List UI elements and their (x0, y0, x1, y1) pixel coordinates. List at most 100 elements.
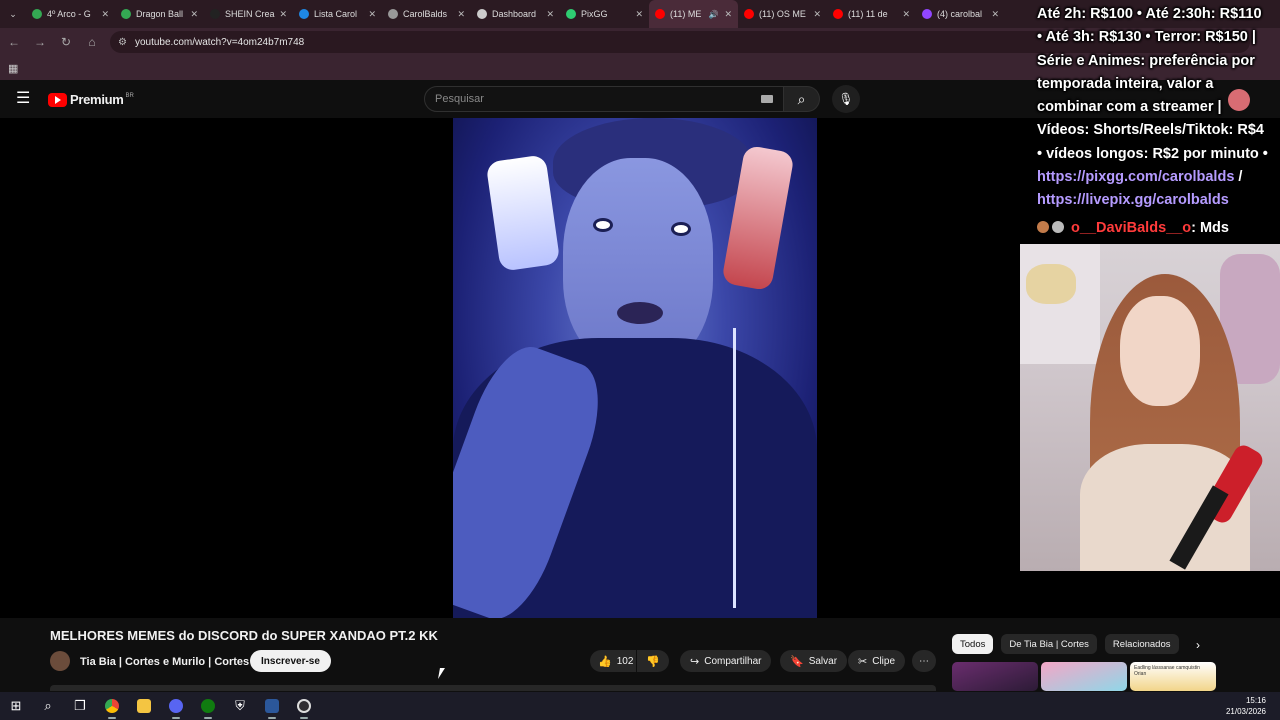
livepix-link: https://livepix.gg/carolbalds (1037, 192, 1229, 209)
overlay-text-line: Até 2h: R$100 • Até 2:30h: R$110 (1037, 6, 1262, 22)
close-tab-icon[interactable]: ✕ (368, 9, 376, 20)
clock-time: 15:16 (1245, 696, 1266, 705)
browser-tab[interactable]: (11) OS ME ✕ (738, 0, 827, 28)
close-tab-icon[interactable]: ✕ (101, 9, 109, 20)
search-icon[interactable]: ⌕ (32, 692, 64, 720)
overlay-text-line: Série e Animes: preferência por (1037, 52, 1255, 69)
tab-search-chevron-icon[interactable]: ⌄ (0, 0, 26, 28)
pixgg-link: https://pixgg.com/carolbalds (1037, 169, 1235, 186)
filter-chip[interactable]: Todos (952, 634, 994, 654)
browser-tab[interactable]: Dragon Ball ✕ (115, 0, 204, 28)
tab-favicon-icon (210, 9, 220, 19)
chevron-right-icon[interactable]: › (1196, 638, 1200, 652)
file-explorer-icon[interactable] (128, 692, 160, 720)
tab-label: Dragon Ball (136, 9, 184, 19)
xbox-icon[interactable] (192, 692, 224, 720)
discord-icon[interactable] (160, 692, 192, 720)
browser-tab[interactable]: SHEIN Crea ✕ (204, 0, 293, 28)
subscribe-button[interactable]: Inscrever-se (250, 650, 331, 672)
like-button[interactable]: 👍 102 (590, 650, 636, 672)
browser-tab[interactable]: 4º Arco - G ✕ (26, 0, 115, 28)
windows-start-icon[interactable]: ⊞ (0, 692, 32, 720)
forward-arrow-icon[interactable]: → (28, 30, 52, 54)
tab-favicon-icon (744, 9, 754, 19)
security-shield-icon[interactable]: ⛨ (224, 692, 256, 720)
site-info-icon[interactable]: ⚙ (118, 37, 127, 48)
more-actions-button[interactable]: ⋯ (912, 650, 936, 672)
overlay-text-line: temporada inteira, valor a (1037, 75, 1214, 92)
browser-tab[interactable]: (4) carolbal ✕ (916, 0, 1005, 28)
video-title: MELHORES MEMES do DISCORD do SUPER XANDA… (50, 628, 438, 643)
obs-icon[interactable] (288, 692, 320, 720)
tab-label: Lista Carol (314, 9, 358, 19)
voice-search-button[interactable]: 🎙 (832, 85, 860, 113)
clip-button[interactable]: ✂ Clipe (848, 650, 906, 672)
save-label: Salvar (808, 655, 838, 667)
close-tab-icon[interactable]: ✕ (813, 9, 821, 20)
recommended-thumbnails: Eadling lásssanae camquistin Orian (952, 662, 1219, 691)
save-button[interactable]: 🔖 Salvar (780, 650, 848, 672)
search-box (424, 86, 784, 112)
hamburger-menu-icon[interactable]: ☰ (16, 91, 30, 107)
description-box[interactable] (50, 685, 936, 691)
plush-toy-shape (1026, 264, 1076, 304)
browser-tab[interactable]: Lista Carol ✕ (293, 0, 382, 28)
thumbnail[interactable] (952, 662, 1038, 691)
thumbnail[interactable]: Eadling lásssanae camquistin Orian (1130, 662, 1216, 691)
eye-left (593, 218, 613, 232)
close-tab-icon[interactable]: ✕ (190, 9, 198, 20)
more-icon: ⋯ (919, 655, 929, 667)
close-tab-icon[interactable]: ✕ (457, 9, 465, 20)
wall-shape (1020, 244, 1100, 364)
tab-favicon-icon (655, 9, 665, 19)
search-input[interactable] (435, 93, 755, 105)
close-tab-icon[interactable]: ✕ (724, 9, 732, 20)
back-arrow-icon[interactable]: ← (2, 30, 26, 54)
thumbnail[interactable] (1041, 662, 1127, 691)
tab-label: PixGG (581, 9, 608, 19)
speaker-icon[interactable]: 🔊 (708, 10, 718, 19)
overlay-text-line: Vídeos: Shorts/Reels/Tiktok: R$4 (1037, 122, 1264, 139)
mouse-cursor (438, 668, 445, 679)
share-button[interactable]: ↪ Compartilhar (680, 650, 772, 672)
headphone-left (485, 154, 561, 272)
close-tab-icon[interactable]: ✕ (546, 9, 554, 20)
tab-favicon-icon (922, 9, 932, 19)
keyboard-icon[interactable] (761, 95, 773, 103)
filter-chip[interactable]: De Tia Bia | Cortes (1001, 634, 1097, 654)
chat-badge-icon (1037, 220, 1049, 233)
tab-label: (11) 11 de (848, 9, 888, 19)
close-tab-icon[interactable]: ✕ (635, 9, 643, 20)
chrome-icon[interactable] (96, 692, 128, 720)
microphone-icon: 🎙 (838, 92, 854, 106)
thumbs-up-icon: 👍 (598, 655, 612, 668)
logo-text: Premium (70, 92, 124, 107)
browser-tab[interactable]: Dashboard ✕ (471, 0, 560, 28)
system-clock[interactable]: 15:16 21/03/2026 (1226, 695, 1266, 717)
dislike-button[interactable]: 👎 (637, 650, 669, 672)
close-tab-icon[interactable]: ✕ (902, 9, 910, 20)
browser-tab[interactable]: (11) 11 de ✕ (827, 0, 916, 28)
browser-tab[interactable]: CarolBalds ✕ (382, 0, 471, 28)
tab-favicon-icon (32, 9, 42, 19)
close-tab-icon[interactable]: ✕ (279, 9, 287, 20)
channel-avatar[interactable] (50, 651, 70, 671)
youtube-logo[interactable]: Premium BR (48, 92, 134, 107)
apps-grid-icon[interactable]: ▦ (8, 62, 18, 75)
reload-icon[interactable]: ↻ (54, 30, 78, 54)
search-button[interactable]: ⌕ (784, 86, 820, 112)
clock-date: 21/03/2026 (1225, 707, 1266, 716)
cable-shape (733, 328, 736, 608)
word-icon[interactable] (256, 692, 288, 720)
browser-tab[interactable]: PixGG ✕ (560, 0, 649, 28)
close-tab-icon[interactable]: ✕ (991, 9, 999, 20)
channel-name[interactable]: Tia Bia | Cortes e Murilo | Cortes (80, 656, 249, 668)
taskbar: ⊞ ⌕ ❐ ⛨ 15:16 21/03/2026 (0, 692, 1280, 720)
search-icon: ⌕ (797, 90, 806, 107)
tab-label: (11) ME (670, 9, 702, 19)
filter-chip[interactable]: Relacionados (1104, 634, 1179, 654)
task-view-icon[interactable]: ❐ (64, 692, 96, 720)
browser-tab[interactable]: (11) ME 🔊 ✕ (649, 0, 738, 28)
face-shape (563, 158, 713, 368)
home-icon[interactable]: ⌂ (80, 30, 104, 54)
